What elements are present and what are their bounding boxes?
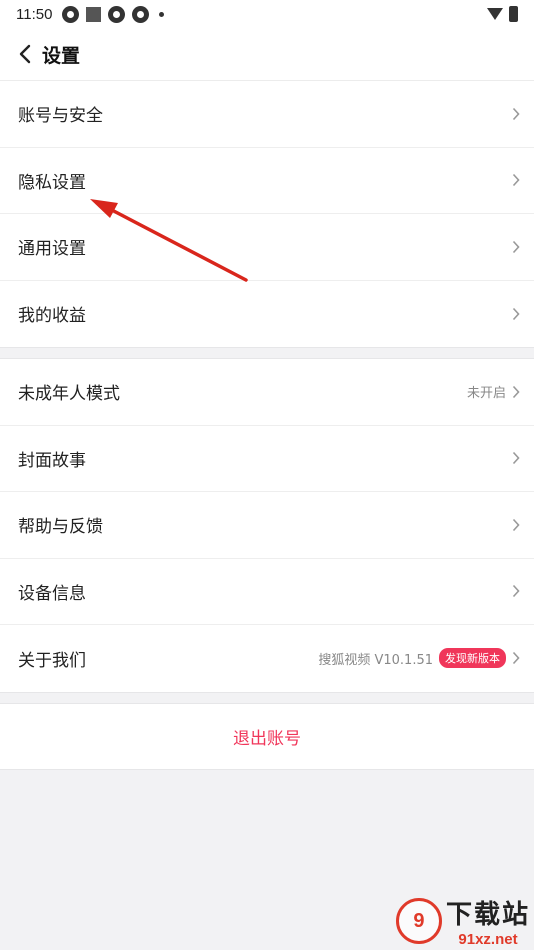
watermark-url: 91xz.net bbox=[458, 931, 518, 948]
notification-pinwheel-icon bbox=[62, 5, 80, 23]
section-divider bbox=[0, 691, 534, 704]
notification-pinwheel-icon bbox=[108, 5, 126, 23]
menu-item-label: 关于我们 bbox=[18, 650, 86, 671]
menu-item-label: 账号与安全 bbox=[18, 106, 103, 127]
menu-item-general-settings[interactable]: 通用设置 bbox=[0, 214, 534, 281]
notification-pinwheel-icon bbox=[132, 5, 150, 23]
menu-item-teen-mode[interactable]: 未成年人模式 未开启 bbox=[0, 359, 534, 426]
chevron-right-icon bbox=[512, 451, 520, 465]
status-time: 11:50 bbox=[16, 5, 53, 23]
menu-item-label: 未成年人模式 bbox=[18, 384, 120, 405]
menu-item-cover-story[interactable]: 封面故事 bbox=[0, 426, 534, 492]
menu-item-privacy-settings[interactable]: 隐私设置 bbox=[0, 148, 534, 214]
logout-button[interactable]: 退出账号 bbox=[0, 703, 534, 770]
wifi-icon bbox=[487, 8, 503, 20]
app-version: 搜狐视频 V10.1.51 bbox=[318, 652, 433, 668]
page-title: 设置 bbox=[42, 44, 81, 67]
chevron-right-icon bbox=[512, 173, 520, 187]
chevron-right-icon bbox=[512, 651, 520, 665]
status-bar: 11:50 bbox=[0, 0, 534, 28]
watermark: 9 下载站 91xz.net bbox=[395, 894, 530, 948]
chevron-right-icon bbox=[512, 107, 520, 121]
teen-mode-status: 未开启 bbox=[466, 386, 506, 402]
chevron-right-icon bbox=[512, 518, 520, 532]
menu-item-device-info[interactable]: 设备信息 bbox=[0, 559, 534, 625]
menu-item-account-security[interactable]: 账号与安全 bbox=[0, 81, 534, 148]
chevron-right-icon bbox=[512, 584, 520, 598]
chevron-right-icon bbox=[512, 385, 520, 399]
notification-square-icon bbox=[86, 6, 102, 22]
section-divider bbox=[0, 347, 534, 359]
menu-item-label: 通用设置 bbox=[18, 239, 86, 260]
logout-label: 退出账号 bbox=[233, 728, 301, 749]
menu-item-label: 隐私设置 bbox=[18, 172, 86, 193]
menu-item-label: 我的收益 bbox=[18, 306, 86, 327]
menu-item-help-feedback[interactable]: 帮助与反馈 bbox=[0, 492, 534, 559]
menu-item-my-earnings[interactable]: 我的收益 bbox=[0, 281, 534, 348]
chevron-right-icon bbox=[512, 307, 520, 321]
back-arrow-icon[interactable] bbox=[14, 43, 36, 65]
settings-group-general: 未成年人模式 未开启 封面故事 帮助与反馈 设备信息 关于我们 搜狐视频 V10… bbox=[0, 359, 534, 692]
chevron-right-icon bbox=[512, 240, 520, 254]
menu-item-label: 封面故事 bbox=[18, 450, 86, 471]
new-version-badge: 发现新版本 bbox=[439, 648, 506, 669]
battery-icon bbox=[509, 6, 518, 22]
settings-group-account: 账号与安全 隐私设置 通用设置 我的收益 bbox=[0, 81, 534, 347]
more-notifications-dot-icon bbox=[159, 11, 165, 17]
menu-item-label: 帮助与反馈 bbox=[18, 517, 103, 538]
menu-item-about-us[interactable]: 关于我们 搜狐视频 V10.1.51 发现新版本 bbox=[0, 625, 534, 692]
watermark-site-name: 下载站 bbox=[445, 900, 530, 930]
status-notification-icons bbox=[62, 5, 165, 23]
watermark-logo: 9 bbox=[395, 898, 442, 944]
menu-item-label: 设备信息 bbox=[18, 583, 86, 604]
header: 设置 bbox=[0, 28, 534, 81]
